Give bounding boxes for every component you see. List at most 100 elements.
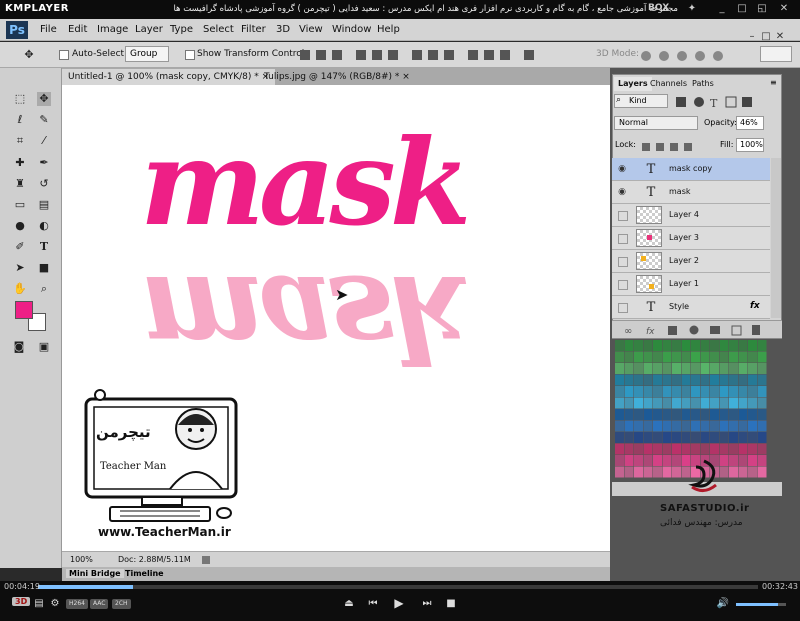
swatch[interactable]: [757, 386, 767, 397]
swatch[interactable]: [662, 386, 672, 397]
tab-tulips[interactable]: Tulips.jpg @ 147% (RGB/8#) * ×: [258, 69, 416, 85]
swatch[interactable]: [691, 409, 700, 420]
swatch[interactable]: [757, 432, 767, 443]
swatch[interactable]: [634, 363, 643, 374]
swatch[interactable]: [757, 466, 767, 478]
history-brush-tool-icon[interactable]: ↺: [37, 177, 51, 191]
swatch[interactable]: [748, 455, 757, 466]
swatch[interactable]: [757, 455, 767, 466]
swatch[interactable]: [691, 420, 700, 432]
swatch[interactable]: [643, 455, 653, 466]
swatch[interactable]: [643, 386, 653, 397]
hand-tool-icon[interactable]: ✋: [13, 282, 27, 296]
zoom-level[interactable]: 100%: [70, 552, 93, 567]
eye-icon[interactable]: ◉: [616, 163, 628, 175]
swatch[interactable]: [729, 455, 738, 466]
swatch[interactable]: [643, 420, 653, 432]
swatch[interactable]: [615, 455, 624, 466]
swatch[interactable]: [710, 386, 719, 397]
swatch[interactable]: [672, 409, 681, 420]
swatch[interactable]: [729, 374, 738, 386]
auto-select-dropdown[interactable]: Group: [125, 46, 169, 62]
swatch[interactable]: [729, 397, 738, 409]
menu-view[interactable]: View: [299, 24, 323, 35]
blur-tool-icon[interactable]: ●: [13, 219, 27, 233]
swatch[interactable]: [672, 397, 681, 409]
swatch[interactable]: [738, 386, 748, 397]
swatch[interactable]: [615, 443, 624, 455]
quick-select-tool-icon[interactable]: ✎: [37, 113, 51, 127]
swatch[interactable]: [729, 363, 738, 374]
swatch[interactable]: [662, 340, 672, 351]
visibility-toggle[interactable]: [618, 211, 628, 221]
screen-mode-icon[interactable]: ▣: [37, 340, 51, 354]
swatch[interactable]: [672, 455, 681, 466]
swatch[interactable]: [748, 363, 757, 374]
shape-tool-icon[interactable]: ■: [37, 261, 51, 275]
swatch[interactable]: [719, 443, 729, 455]
swatch[interactable]: [681, 351, 691, 363]
swatch[interactable]: [662, 363, 672, 374]
swatch[interactable]: [719, 409, 729, 420]
path-select-tool-icon[interactable]: ➤: [13, 261, 27, 275]
filter-kind-dropdown[interactable]: Kind: [614, 94, 668, 108]
swatch[interactable]: [672, 351, 681, 363]
play-icon[interactable]: ▶: [392, 596, 406, 610]
menu-type[interactable]: Type: [170, 24, 193, 35]
swatch[interactable]: [691, 386, 700, 397]
swatch[interactable]: [653, 466, 662, 478]
swatch[interactable]: [700, 420, 710, 432]
swatch[interactable]: [748, 386, 757, 397]
swatch[interactable]: [615, 397, 624, 409]
swatch[interactable]: [691, 340, 700, 351]
swatch[interactable]: [643, 443, 653, 455]
swatch[interactable]: [672, 466, 681, 478]
swatch[interactable]: [700, 374, 710, 386]
move-tool-preset-icon[interactable]: ✥: [22, 48, 36, 62]
box-label[interactable]: BOX: [648, 3, 669, 13]
menu-select[interactable]: Select: [203, 24, 234, 35]
swatch[interactable]: [719, 432, 729, 443]
show-transform-checkbox[interactable]: [185, 50, 195, 60]
swatch[interactable]: [653, 386, 662, 397]
auto-select-checkbox[interactable]: [59, 50, 69, 60]
swatch[interactable]: [738, 409, 748, 420]
close-icon[interactable]: ✕: [778, 3, 790, 15]
swatch[interactable]: [615, 374, 624, 386]
swatch[interactable]: [662, 455, 672, 466]
swatch[interactable]: [615, 386, 624, 397]
swatch[interactable]: [700, 432, 710, 443]
eraser-tool-icon[interactable]: ▭: [13, 198, 27, 212]
lasso-tool-icon[interactable]: ℓ: [13, 113, 27, 127]
type-tool-icon[interactable]: T: [37, 240, 51, 254]
ps-minimize-icon[interactable]: –: [745, 31, 759, 42]
menu-edit[interactable]: Edit: [68, 24, 87, 35]
layers-scrollbar[interactable]: [771, 158, 781, 318]
layer-row-mask[interactable]: ◉ T mask: [612, 181, 770, 204]
swatch[interactable]: [729, 386, 738, 397]
swatch[interactable]: [710, 363, 719, 374]
visibility-toggle[interactable]: [618, 234, 628, 244]
swatch[interactable]: [624, 466, 634, 478]
swatch[interactable]: [624, 432, 634, 443]
swatch[interactable]: [662, 397, 672, 409]
swatch[interactable]: [615, 420, 624, 432]
tab-paths[interactable]: Paths: [688, 77, 718, 91]
menu-3d[interactable]: 3D: [276, 24, 290, 35]
swatch[interactable]: [691, 443, 700, 455]
swatch[interactable]: [672, 386, 681, 397]
minimize-icon[interactable]: _: [716, 3, 728, 15]
swatch[interactable]: [729, 432, 738, 443]
layer-row-layer-2[interactable]: Layer 2: [612, 250, 770, 273]
swatch[interactable]: [757, 363, 767, 374]
swatch[interactable]: [662, 466, 672, 478]
swatch[interactable]: [738, 374, 748, 386]
swatch[interactable]: [653, 363, 662, 374]
3d-badge[interactable]: 3D: [12, 597, 31, 606]
swatch[interactable]: [748, 340, 757, 351]
swatch[interactable]: [719, 340, 729, 351]
swatch[interactable]: [634, 455, 643, 466]
restore-icon[interactable]: ◱: [756, 3, 768, 15]
layer-row-layer-3[interactable]: Layer 3: [612, 227, 770, 250]
swatch[interactable]: [710, 397, 719, 409]
